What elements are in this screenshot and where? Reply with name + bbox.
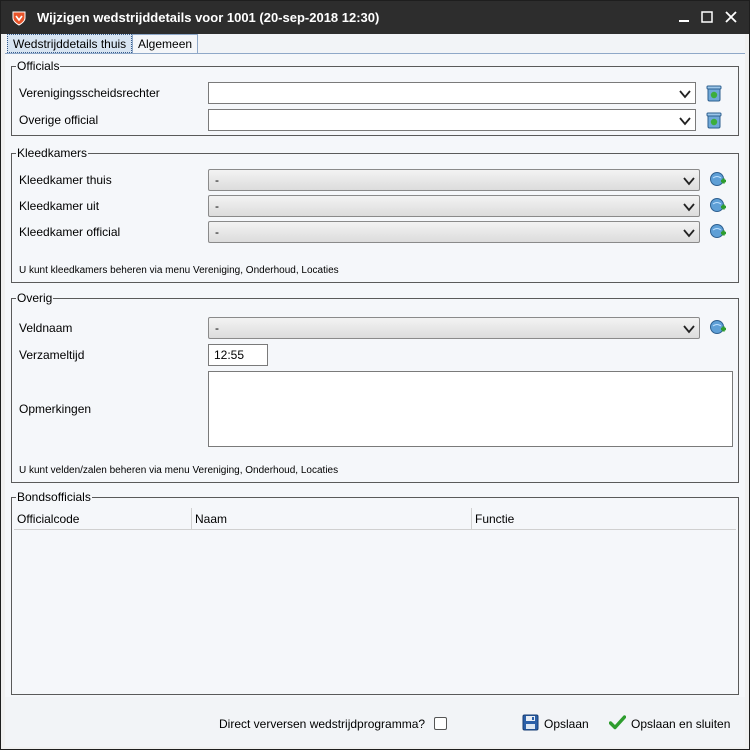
kleedkamer-official-combo[interactable]: - — [208, 221, 700, 243]
chevron-down-icon — [683, 229, 695, 238]
veldnaam-combo[interactable]: - — [208, 317, 700, 339]
dialog-window: Wijzigen wedstrijddetails voor 1001 (20-… — [0, 0, 750, 750]
verenigingsscheidsrechter-label: Verenigingsscheidsrechter — [19, 86, 160, 100]
floppy-disk-icon — [522, 714, 539, 731]
chevron-down-icon — [679, 117, 691, 126]
add-location-icon[interactable] — [709, 197, 727, 215]
checkmark-icon — [609, 715, 626, 730]
combo-value: - — [215, 199, 219, 213]
save-button[interactable]: Opslaan — [522, 713, 592, 735]
kleedkamer-official-label: Kleedkamer official — [19, 225, 121, 239]
kleedkamers-group: Kleedkamers Kleedkamer thuis - Kleedkame… — [11, 146, 739, 283]
velden-hint: U kunt velden/zalen beheren via menu Ver… — [19, 465, 339, 476]
save-and-close-label: Opslaan en sluiten — [631, 717, 731, 731]
verzameltijd-input[interactable]: 12:55 — [208, 344, 268, 366]
close-button[interactable] — [720, 7, 742, 27]
overig-legend: Overig — [16, 291, 54, 305]
kleedkamer-thuis-label: Kleedkamer thuis — [19, 173, 112, 187]
overige-official-label: Overige official — [19, 113, 99, 127]
app-shield-icon — [12, 11, 26, 26]
title-bar[interactable]: Wijzigen wedstrijddetails voor 1001 (20-… — [1, 1, 749, 34]
trash-icon[interactable] — [705, 111, 723, 129]
kleedkamer-thuis-combo[interactable]: - — [208, 169, 700, 191]
kleedkamers-hint: U kunt kleedkamers beheren via menu Vere… — [19, 265, 339, 276]
combo-value: - — [215, 321, 219, 335]
add-location-icon[interactable] — [709, 171, 727, 189]
minimize-button[interactable] — [673, 7, 695, 27]
bondsofficials-grid-body[interactable] — [14, 531, 736, 691]
chevron-down-icon — [683, 325, 695, 334]
dialog-client: Wedstrijddetails thuis Algemeen Official… — [5, 34, 745, 747]
column-header-functie[interactable]: Functie — [472, 508, 736, 530]
combo-value: - — [215, 225, 219, 239]
column-header-naam[interactable]: Naam — [192, 508, 472, 530]
column-header-officialcode[interactable]: Officialcode — [14, 508, 192, 530]
opmerkingen-label: Opmerkingen — [19, 402, 92, 416]
verenigingsscheidsrechter-combo[interactable] — [208, 82, 696, 104]
direct-verversen-label: Direct verversen wedstrijdprogramma? — [219, 717, 426, 731]
kleedkamer-uit-combo[interactable]: - — [208, 195, 700, 217]
officials-group: Officials Verenigingsscheidsrechter Over… — [11, 59, 739, 136]
close-icon — [725, 11, 737, 23]
save-label: Opslaan — [544, 717, 589, 731]
kleedkamer-uit-label: Kleedkamer uit — [19, 199, 100, 213]
tab-algemeen[interactable]: Algemeen — [132, 34, 199, 54]
window-title: Wijzigen wedstrijddetails voor 1001 (20-… — [37, 10, 380, 25]
bondsofficials-legend: Bondsofficials — [16, 490, 92, 504]
chevron-down-icon — [683, 203, 695, 212]
combo-value: - — [215, 173, 219, 187]
tab-strip: Wedstrijddetails thuis Algemeen — [5, 34, 745, 54]
trash-icon[interactable] — [705, 84, 723, 102]
save-and-close-button[interactable]: Opslaan en sluiten — [609, 713, 735, 735]
tab-panel: Officials Verenigingsscheidsrechter Over… — [5, 53, 745, 697]
bondsofficials-grid-header: Officialcode Naam Functie — [14, 508, 736, 530]
veldnaam-label: Veldnaam — [19, 321, 73, 335]
tab-wedstrijddetails-thuis[interactable]: Wedstrijddetails thuis — [7, 34, 133, 53]
opmerkingen-textarea[interactable] — [208, 371, 733, 447]
minimize-icon — [679, 20, 689, 22]
add-location-icon[interactable] — [709, 223, 727, 241]
maximize-button[interactable] — [696, 7, 718, 27]
overige-official-combo[interactable] — [208, 109, 696, 131]
chevron-down-icon — [683, 177, 695, 186]
kleedkamers-legend: Kleedkamers — [16, 146, 89, 160]
add-location-icon[interactable] — [709, 319, 727, 337]
officials-legend: Officials — [16, 59, 61, 73]
direct-verversen-checkbox[interactable] — [434, 717, 447, 730]
verzameltijd-label: Verzameltijd — [19, 348, 85, 362]
bondsofficials-group: Bondsofficials Officialcode Naam Functie — [11, 490, 739, 695]
overig-group: Overig Veldnaam - Verzameltijd 12:55 Opm… — [11, 291, 739, 483]
chevron-down-icon — [679, 90, 691, 99]
maximize-icon — [701, 11, 713, 23]
